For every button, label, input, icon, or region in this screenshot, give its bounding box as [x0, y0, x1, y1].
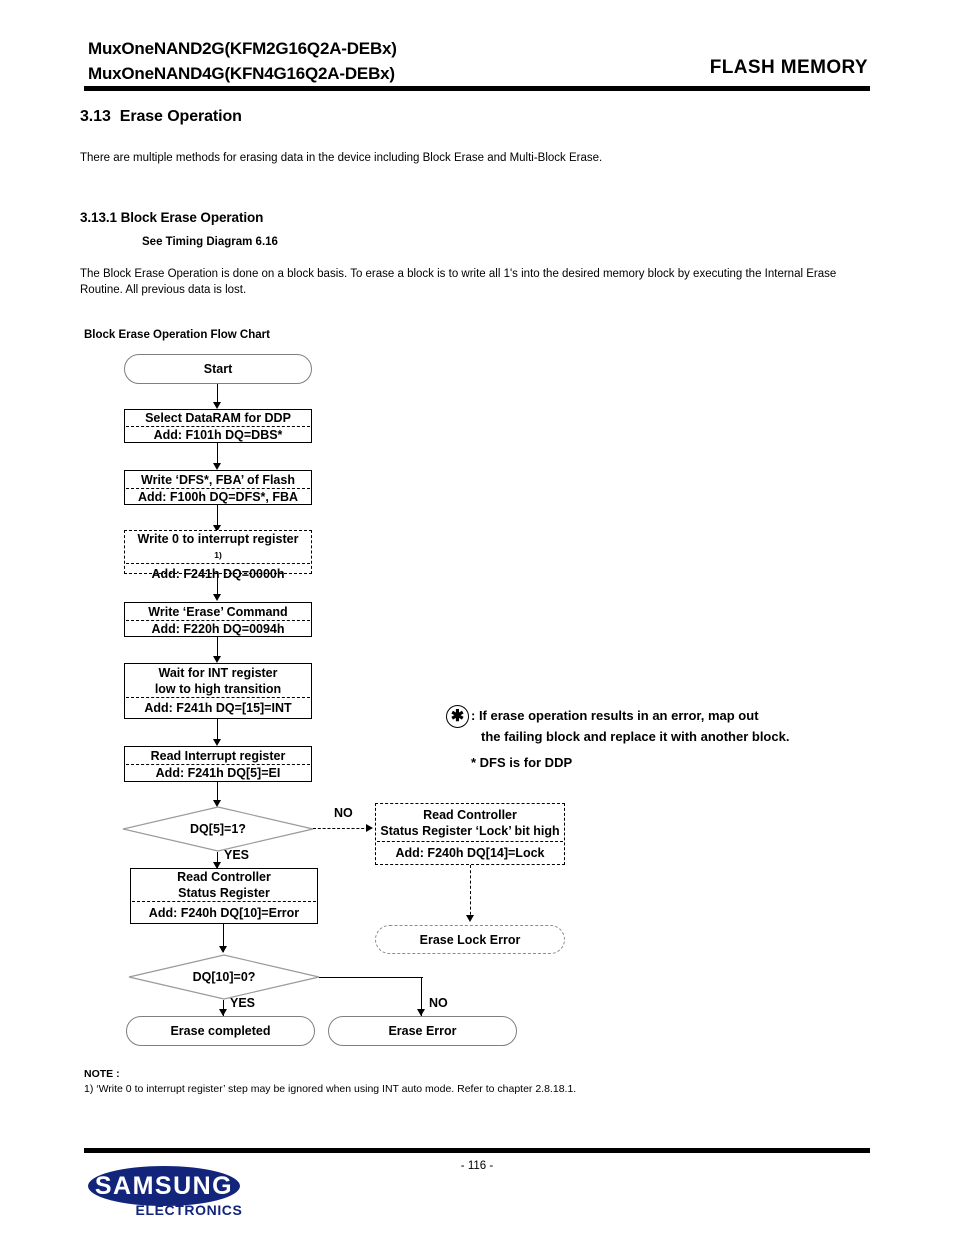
flow-step-select-dataram: Select DataRAM for DDP Add: F101h DQ=DBS… [124, 409, 312, 443]
header-right-label: FLASH MEMORY [709, 57, 868, 78]
flow-terminator-erase-lock-error: Erase Lock Error [375, 925, 565, 954]
header-rule [84, 86, 870, 91]
flow-erase-lock-error-label: Erase Lock Error [419, 932, 521, 947]
flow-erase-completed-label: Erase completed [170, 1024, 271, 1038]
samsung-wordmark: SAMSUNG [95, 1172, 233, 1200]
flow-step4-address: Add: F220h DQ=0094h [151, 621, 285, 636]
flow-step-read-controller-status-register: Read Controller Status Register Add: F24… [130, 868, 318, 924]
section-number: 3.13 [80, 108, 111, 125]
flow-start-label: Start [203, 362, 233, 376]
section-intro-paragraph: There are multiple methods for erasing d… [80, 152, 603, 164]
footer-rule [84, 1148, 870, 1153]
flow-step7-address: Add: F240h DQ[10]=Error [148, 906, 300, 920]
edge-label-decision2-no: NO [429, 996, 448, 1010]
legend-note-line2: the failing block and replace it with an… [481, 729, 790, 744]
arrowhead-to-step2 [213, 463, 221, 470]
connector-lock-to-erase-lock-error [470, 865, 471, 920]
flow-step3-title-text: Write 0 to interrupt register [137, 532, 299, 546]
header-title-line1: MuxOneNAND2G(KFM2G16Q2A-DEBx) [88, 39, 397, 58]
edge-label-decision1-no: NO [334, 806, 353, 820]
flow-step2-address: Add: F100h DQ=DFS*, FBA [137, 489, 299, 504]
arrowhead-decision2-yes [219, 1009, 227, 1016]
flow-decision-dq5: DQ[5]=1? [122, 806, 314, 852]
flow-terminator-erase-completed: Erase completed [126, 1016, 315, 1046]
flow-step-write-zero-interrupt-register: Write 0 to interrupt register 1) Add: F24… [124, 530, 312, 581]
arrowhead-to-step4 [213, 594, 221, 601]
flow-step5-title-line1: Wait for INT register [158, 665, 278, 680]
connector-decision2-no-horizontal [319, 977, 423, 978]
samsung-logo: SAMSUNG ELECTRONICS [86, 1162, 296, 1224]
flowchart-caption: Block Erase Operation Flow Chart [84, 329, 270, 341]
flow-terminator-erase-error: Erase Error [328, 1016, 517, 1046]
flow-step5-title: Wait for INT register low to high transi… [125, 664, 311, 697]
flow-decision1-label: DQ[5]=1? [190, 822, 246, 836]
flow-step1-address: Add: F101h DQ=DBS* [153, 427, 283, 442]
flow-step2-title: Write ‘DFS*, FBA’ of Flash [141, 472, 295, 487]
connector-decision1-no [313, 828, 369, 829]
see-timing-diagram-note: See Timing Diagram 6.16 [142, 236, 278, 248]
legend-dfs-note: * DFS is for DDP [471, 755, 573, 770]
electronics-wordmark: ELECTRONICS [136, 1202, 243, 1218]
flow-step5-address: Add: F241h DQ=[15]=INT [144, 701, 292, 715]
flow-step-wait-int-register: Wait for INT register low to high transi… [124, 663, 312, 719]
datasheet-page: MuxOneNAND2G(KFM2G16Q2A-DEBx) MuxOneNAND… [0, 0, 954, 1235]
flow-step-read-interrupt-register: Read Interrupt register Add: F241h DQ[5]… [124, 746, 312, 782]
flow-step3-footnote-marker: 1) [214, 550, 222, 560]
flow-step7-title-line1: Read Controller [177, 870, 271, 884]
flow-step7-title-line2: Status Register [178, 886, 270, 900]
flow-lock-address: Add: F240h DQ[14]=Lock [395, 846, 545, 860]
flow-step6-title: Read Interrupt register [150, 748, 286, 763]
arrowhead-decision1-no [366, 824, 373, 832]
flow-step7-title: Read Controller Status Register [131, 869, 317, 901]
page-title: 3.13 Erase Operation [80, 108, 242, 126]
arrowhead-to-erase-lock-error [466, 915, 474, 922]
legend-note-line1: : If erase operation results in an error… [471, 708, 759, 723]
arrowhead-decision2-no [417, 1009, 425, 1016]
flow-step6-address: Add: F241h DQ[5]=EI [155, 766, 281, 780]
flow-step3-address: Add: F241h DQ=0000h [151, 566, 285, 581]
flow-decision-dq10: DQ[10]=0? [128, 954, 320, 1000]
section-title-text: Erase Operation [119, 108, 242, 125]
subsection-body-paragraph: The Block Erase Operation is done on a b… [80, 268, 837, 296]
star-icon: ✱ [446, 705, 469, 728]
star-glyph: ✱ [450, 707, 465, 725]
subsection-title: 3.13.1 Block Erase Operation [80, 210, 264, 225]
flow-lock-title-line2: Status Register ‘Lock’ bit high [380, 823, 560, 838]
document-header-titles: MuxOneNAND2G(KFM2G16Q2A-DEBx) MuxOneNAND… [88, 36, 397, 86]
flow-step3-title: Write 0 to interrupt register 1) [125, 531, 311, 563]
flow-start-terminator: Start [124, 354, 312, 384]
samsung-logo-icon: SAMSUNG ELECTRONICS [88, 1166, 243, 1218]
edge-label-decision2-yes: YES [230, 996, 256, 1010]
flow-lock-title: Read Controller Status Register ‘Lock’ b… [376, 804, 564, 841]
header-title-line2: MuxOneNAND4G(KFN4G16Q2A-DEBx) [88, 64, 395, 83]
flow-step4-title: Write ‘Erase’ Command [148, 604, 288, 619]
arrowhead-to-step5 [213, 656, 221, 663]
flow-lock-title-line1: Read Controller [423, 807, 517, 822]
flow-erase-error-label: Erase Error [388, 1024, 457, 1038]
note-heading: NOTE : [84, 1068, 120, 1080]
connector-step1-to-step2 [217, 443, 218, 465]
flow-step-write-dfs-fba: Write ‘DFS*, FBA’ of Flash Add: F100h DQ… [124, 470, 312, 505]
edge-label-decision1-yes: YES [224, 848, 250, 862]
flow-step5-title-line2: low to high transition [154, 681, 282, 696]
flow-decision2-label: DQ[10]=0? [192, 970, 256, 984]
arrowhead-to-step1 [213, 402, 221, 409]
flow-step-write-erase-command: Write ‘Erase’ Command Add: F220h DQ=0094… [124, 602, 312, 637]
note-item-1: 1) ‘Write 0 to interrupt register’ step … [84, 1083, 577, 1095]
legend-note: : If erase operation results in an error… [471, 705, 789, 747]
arrowhead-to-decision2 [219, 946, 227, 953]
arrowhead-to-step6 [213, 739, 221, 746]
connector-start-to-step1 [217, 384, 218, 404]
flow-step1-title: Select DataRAM for DDP [145, 411, 291, 425]
flow-step-read-controller-status-lock: Read Controller Status Register ‘Lock’ b… [375, 803, 565, 865]
